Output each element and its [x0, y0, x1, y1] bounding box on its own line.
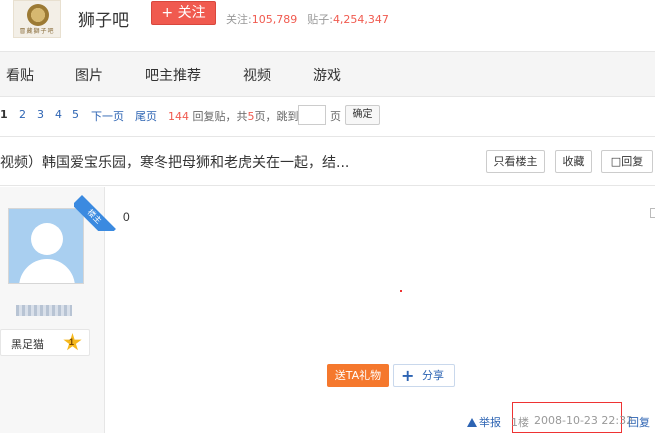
reply-summary: 144 回复贴，共5页，跳到	[168, 108, 299, 124]
username[interactable]	[16, 305, 72, 316]
reply-button[interactable]: □回复	[601, 150, 653, 173]
nav-item-recommended[interactable]: 吧主推荐	[145, 65, 201, 85]
page-total: 5	[247, 110, 255, 123]
red-dot	[400, 290, 402, 292]
page-jump-confirm-button[interactable]: 确定	[345, 105, 380, 125]
report-label: 举报	[479, 416, 501, 429]
comment-icon: □	[610, 155, 622, 168]
favorite-button[interactable]: 收藏	[555, 150, 592, 173]
page-link[interactable]: 2	[19, 108, 26, 121]
post-count: 4,254,347	[332, 13, 389, 26]
post-content: 0	[123, 210, 130, 224]
page-link[interactable]: 5	[72, 108, 79, 121]
nav-item-posts[interactable]: 看贴	[6, 65, 34, 85]
plus-icon: +	[401, 366, 415, 385]
forum-nav: 看贴 图片 吧主推荐 视频 游戏	[0, 51, 655, 97]
next-page-link[interactable]: 下一页	[91, 108, 124, 124]
reply-label: 回复贴，共	[192, 110, 248, 123]
logo-text: 冒藏獅子吧	[19, 29, 55, 35]
page-link[interactable]: 3	[37, 108, 44, 121]
lion-logo-icon	[27, 4, 49, 26]
send-gift-button[interactable]: 送TA礼物	[327, 364, 389, 387]
thread-title-bar: 视频）韩国爱宝乐园，寒冬把母狮和老虎关在一起，结... 只看楼主 收藏 □回复	[0, 136, 655, 186]
last-page-link[interactable]: 尾页	[135, 108, 157, 124]
share-label: 分享	[422, 369, 444, 382]
floor-number: 1楼	[511, 416, 529, 429]
follow-count-label: 关注:	[226, 13, 252, 26]
forum-header: 冒藏獅子吧 狮子吧 + 关注 关注:105,789 贴子:4,254,347	[0, 0, 655, 51]
collapse-icon[interactable]	[650, 208, 655, 218]
page-current: 1	[0, 108, 8, 121]
follow-button[interactable]: + 关注	[151, 1, 216, 25]
nav-item-images[interactable]: 图片	[75, 65, 103, 85]
share-button[interactable]: + 分享	[393, 364, 455, 387]
reply-count: 144	[168, 110, 189, 123]
post-count-label: 贴子:	[307, 13, 333, 26]
level-badge[interactable]: 黑足猫 1	[0, 329, 90, 356]
nav-item-games[interactable]: 游戏	[313, 65, 341, 85]
level-number: 1	[69, 337, 75, 347]
page-jump-input[interactable]	[298, 105, 326, 125]
forum-stats: 关注:105,789 贴子:4,254,347	[226, 11, 399, 27]
avatar[interactable]	[8, 208, 84, 284]
reply-link[interactable]: 回复	[628, 414, 650, 430]
page-total-suffix: 页，跳到	[254, 110, 299, 123]
report-link[interactable]: 举报	[467, 414, 501, 430]
pagination: 1 2 3 4 5 下一页 尾页 144 回复贴，共5页，跳到 页 确定	[0, 103, 655, 129]
owner-ribbon: 楼主	[74, 187, 118, 231]
page-link[interactable]: 4	[55, 108, 62, 121]
owner-badge: 楼主	[74, 195, 116, 231]
follow-count: 105,789	[251, 13, 298, 26]
post-time: 2008-10-23 22:32	[534, 414, 634, 427]
nav-item-videos[interactable]: 视频	[243, 65, 271, 85]
only-owner-button[interactable]: 只看楼主	[486, 150, 545, 173]
forum-logo[interactable]: 冒藏獅子吧	[13, 0, 61, 38]
thread-title: 视频）韩国爱宝乐园，寒冬把母狮和老虎关在一起，结...	[0, 155, 350, 171]
avatar-head	[31, 223, 63, 255]
reply-button-label: 回复	[621, 155, 644, 168]
avatar-body	[19, 259, 75, 283]
forum-name[interactable]: 狮子吧	[78, 6, 129, 31]
warning-icon	[467, 418, 477, 427]
level-name: 黑足猫	[11, 338, 44, 351]
page-unit: 页	[330, 110, 341, 123]
